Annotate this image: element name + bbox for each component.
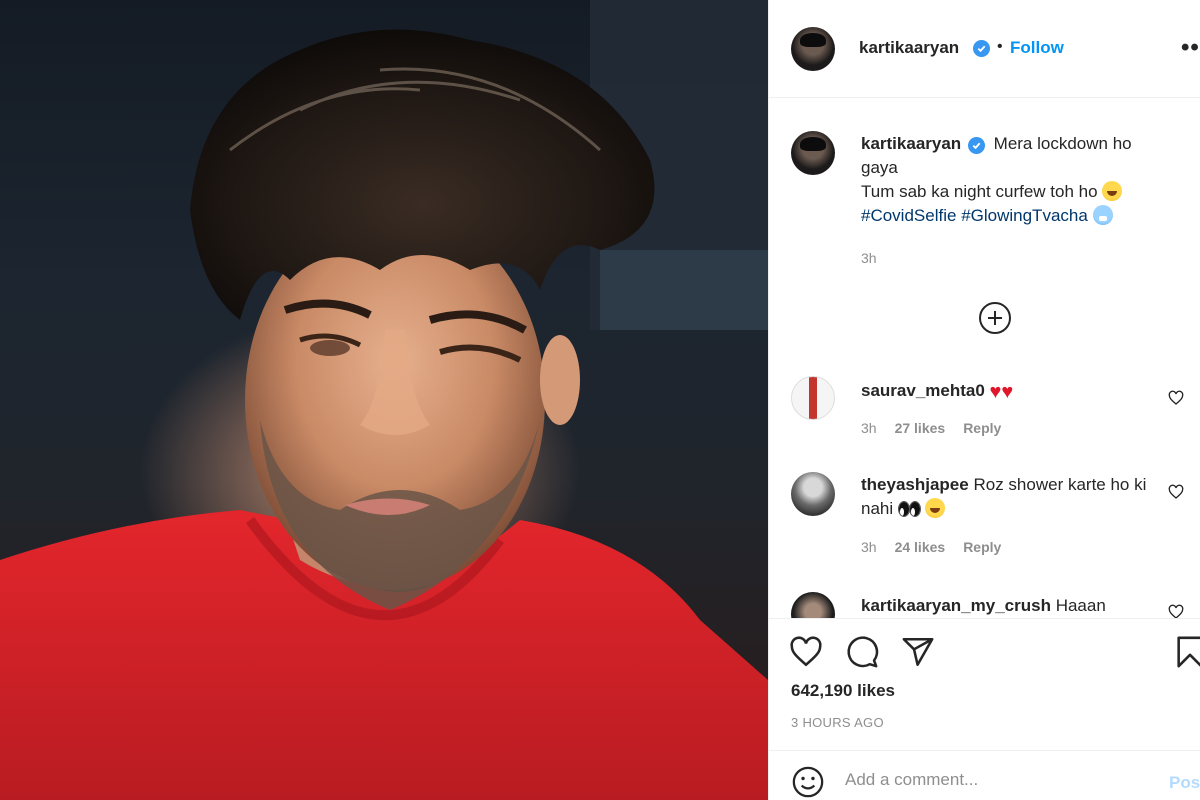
post-header: kartikaaryan • Follow ••• xyxy=(769,0,1200,98)
caption-verified-icon xyxy=(967,137,985,154)
verified-badge-icon xyxy=(973,40,990,57)
plus-icon xyxy=(988,311,1002,325)
comment-username[interactable]: kartikaaryan_my_crush xyxy=(861,596,1051,615)
caption: kartikaaryan Mera lockdown ho gaya Tum s… xyxy=(861,132,1161,228)
laughing-emoji-icon xyxy=(1102,181,1123,201)
emoji-picker-icon[interactable] xyxy=(791,765,825,799)
comment-body: saurav_mehta0 ♥♥ xyxy=(861,379,1161,403)
reply-button[interactable]: Reply xyxy=(963,420,1001,436)
author-username[interactable]: kartikaaryan xyxy=(859,38,959,58)
post-actions: 642,190 likes 3 HOURS AGO xyxy=(769,618,1200,748)
like-heart-icon[interactable] xyxy=(789,635,823,669)
caption-meta: 3h xyxy=(861,250,877,266)
comment-time: 3h xyxy=(861,420,877,436)
add-comment-bar: Post xyxy=(769,750,1200,800)
likes-count[interactable]: 642,190 likes xyxy=(791,681,895,701)
like-comment-heart-icon[interactable] xyxy=(1168,390,1184,406)
follow-button[interactable]: Follow xyxy=(1010,38,1064,58)
like-comment-heart-icon[interactable] xyxy=(1168,484,1184,500)
comment-bubble-icon[interactable] xyxy=(845,635,879,669)
red-heart-emoji-icon: ♥ xyxy=(989,381,1002,403)
comment-username[interactable]: theyashjapee xyxy=(861,475,969,494)
selfie-illustration xyxy=(0,0,768,800)
cold-face-emoji-icon xyxy=(1092,205,1113,225)
post-photo[interactable] xyxy=(0,0,768,800)
comment-body: theyashjapee Roz shower karte ho ki nahi xyxy=(861,473,1161,521)
commenter-avatar[interactable] xyxy=(791,592,835,618)
caption-time: 3h xyxy=(861,250,877,266)
laughing-emoji-icon xyxy=(924,498,945,518)
load-more-comments-button[interactable] xyxy=(979,302,1011,334)
hashtag-glowingtvacha[interactable]: #GlowingTvacha xyxy=(961,206,1088,225)
header-separator: • xyxy=(997,38,1003,55)
comment-username[interactable]: saurav_mehta0 xyxy=(861,381,985,400)
red-heart-emoji-icon: ♥ xyxy=(1001,381,1014,403)
more-options-icon[interactable]: ••• xyxy=(1181,34,1200,62)
comment-body: kartikaaryan_my_crush Haaan xyxy=(861,594,1161,618)
post-sidebar: kartikaaryan • Follow ••• kartikaaryan M… xyxy=(768,0,1200,800)
commenter-avatar[interactable] xyxy=(791,376,835,420)
comment-time: 3h xyxy=(861,539,877,555)
reply-button[interactable]: Reply xyxy=(963,539,1001,555)
eyes-emoji-icon xyxy=(897,501,921,517)
share-paper-plane-icon[interactable] xyxy=(901,635,935,669)
save-bookmark-icon[interactable] xyxy=(1173,635,1200,669)
comment-input[interactable] xyxy=(845,765,1145,795)
post-comment-button[interactable]: Post xyxy=(1169,773,1200,793)
hashtag-covidselfie[interactable]: #CovidSelfie xyxy=(861,206,956,225)
author-avatar[interactable] xyxy=(791,27,835,71)
comment-meta: 3h 24 likes Reply xyxy=(861,539,1001,555)
commenter-avatar[interactable] xyxy=(791,472,835,516)
comment-text: Haaan xyxy=(1055,596,1106,615)
caption-avatar[interactable] xyxy=(791,131,835,175)
comment-likes[interactable]: 24 likes xyxy=(895,539,946,555)
comment-likes[interactable]: 27 likes xyxy=(895,420,946,436)
comments-list[interactable]: kartikaaryan Mera lockdown ho gaya Tum s… xyxy=(769,98,1200,618)
caption-username[interactable]: kartikaaryan xyxy=(861,134,961,153)
caption-line2: Tum sab ka night curfew toh ho xyxy=(861,182,1098,201)
like-comment-heart-icon[interactable] xyxy=(1168,604,1184,618)
comment-meta: 3h 27 likes Reply xyxy=(861,420,1001,436)
post-timestamp: 3 HOURS AGO xyxy=(791,715,884,730)
